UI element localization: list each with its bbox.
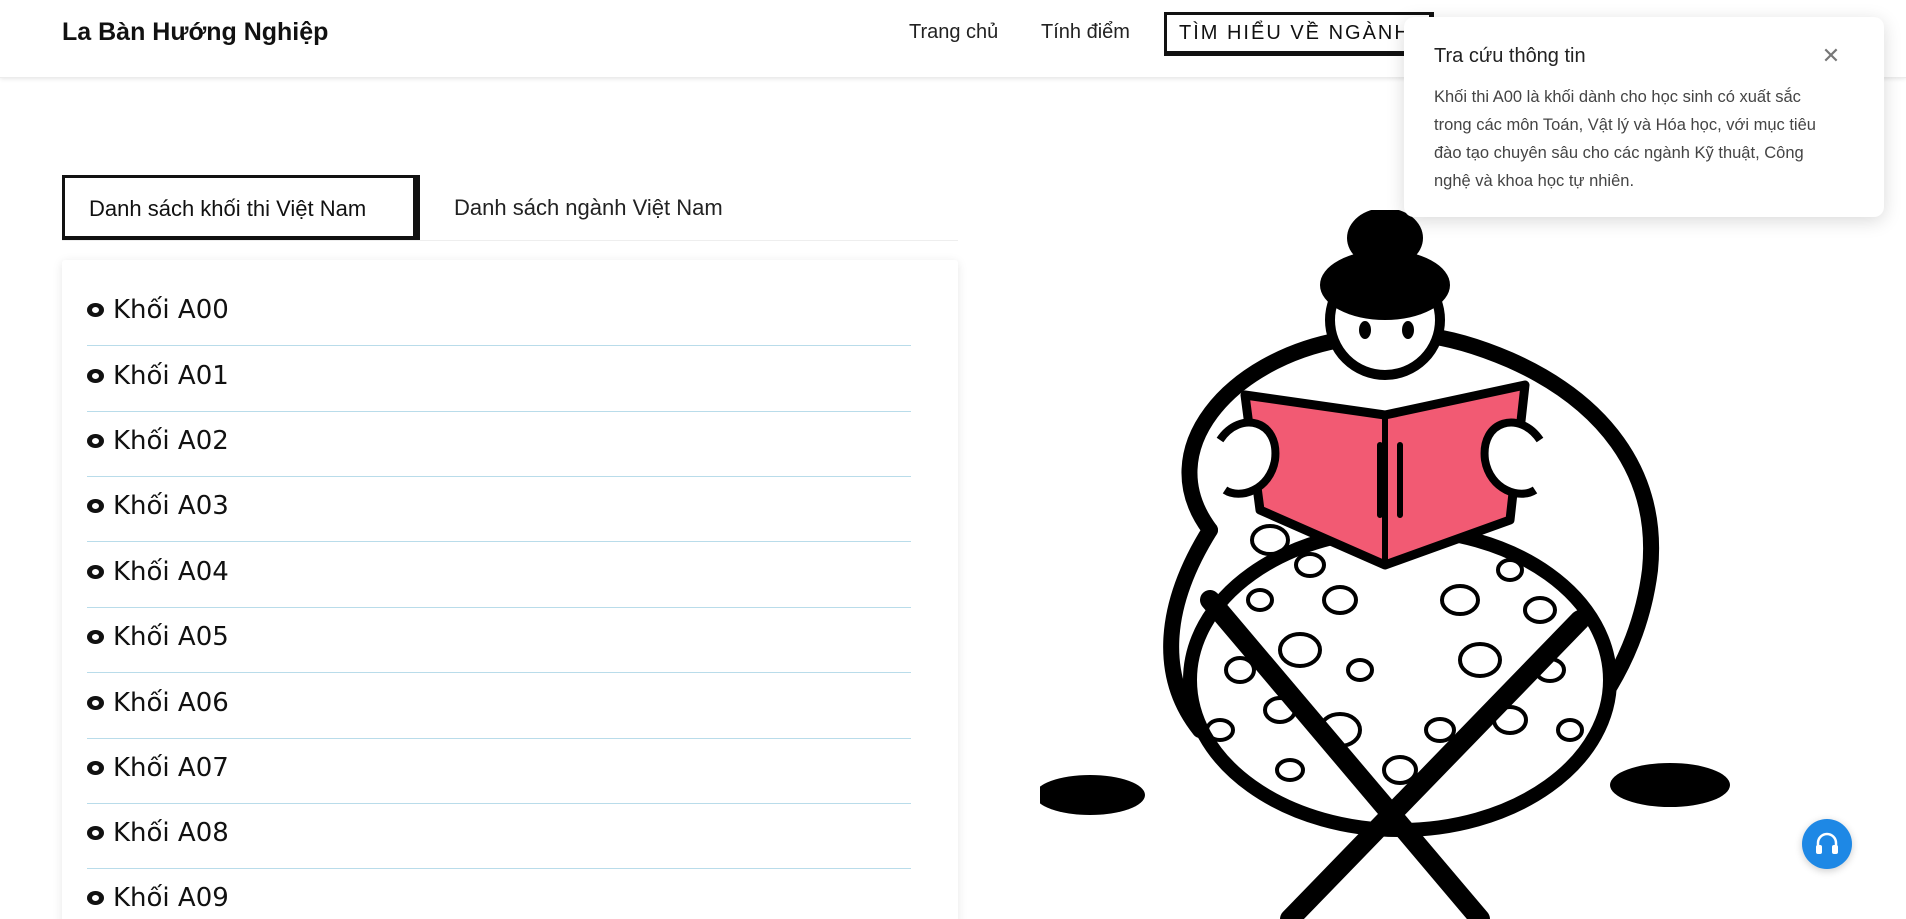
tab-exam-blocks[interactable]: Danh sách khối thi Việt Nam xyxy=(62,175,420,240)
list-item[interactable]: Khối A05 xyxy=(87,607,911,673)
list-item[interactable]: Khối A04 xyxy=(87,542,911,608)
support-button[interactable] xyxy=(1802,819,1852,869)
list-item-label: Khối A07 xyxy=(113,753,229,783)
eye-icon xyxy=(87,826,104,840)
list-item[interactable]: Khối A03 xyxy=(87,476,911,542)
tab-majors[interactable]: Danh sách ngành Việt Nam xyxy=(454,195,723,221)
list-item[interactable]: Khối A06 xyxy=(87,673,911,739)
list-item-label: Khối A04 xyxy=(113,557,229,587)
brand-logo[interactable]: La Bàn Hướng Nghiệp xyxy=(62,18,328,47)
toast-title: Tra cứu thông tin xyxy=(1434,45,1586,67)
eye-icon xyxy=(87,434,104,448)
eye-icon xyxy=(87,565,104,579)
list-item[interactable]: Khối A02 xyxy=(87,411,911,477)
headset-icon xyxy=(1816,832,1838,854)
list-item-label: Khối A06 xyxy=(113,688,229,718)
list-item[interactable]: Khối A01 xyxy=(87,346,911,412)
list-item-label: Khối A03 xyxy=(113,491,229,521)
list-item-label: Khối A05 xyxy=(113,622,229,652)
eye-icon xyxy=(87,369,104,383)
list-item-label: Khối A02 xyxy=(113,426,229,456)
list-item-label: Khối A09 xyxy=(113,883,229,913)
toast-body: Khối thi A00 là khối dành cho học sinh c… xyxy=(1434,88,1816,190)
eye-icon xyxy=(87,761,104,775)
eye-icon xyxy=(87,891,104,905)
list-item-label: Khối A08 xyxy=(113,818,229,848)
list-item[interactable]: Khối A08 xyxy=(87,803,911,869)
nav-home-link[interactable]: Trang chủ xyxy=(909,21,998,44)
nav-score-link[interactable]: Tính điểm xyxy=(1041,21,1130,44)
exam-block-list: Khối A00 Khối A01 Khối A02 Khối A03 Khối… xyxy=(62,260,958,919)
list-item[interactable]: Khối A07 xyxy=(87,738,911,804)
eye-icon xyxy=(87,303,104,317)
eye-icon xyxy=(87,630,104,644)
reading-person-illustration xyxy=(1040,210,1730,919)
eye-icon xyxy=(87,499,104,513)
list-item[interactable]: Khối A09 xyxy=(87,868,911,919)
list-item-label: Khối A00 xyxy=(113,295,229,325)
list-item-label: Khối A01 xyxy=(113,361,229,391)
close-icon[interactable]: ✕ xyxy=(1816,41,1846,71)
eye-icon xyxy=(87,696,104,710)
nav-explore-button[interactable]: TÌM HIỂU VỀ NGÀNH xyxy=(1164,12,1434,56)
info-toast: Tra cứu thông tin ✕ Khối thi A00 là khối… xyxy=(1404,17,1884,217)
tab-bar: Danh sách khối thi Việt Nam Danh sách ng… xyxy=(62,175,958,241)
list-item[interactable]: Khối A00 xyxy=(87,280,911,346)
